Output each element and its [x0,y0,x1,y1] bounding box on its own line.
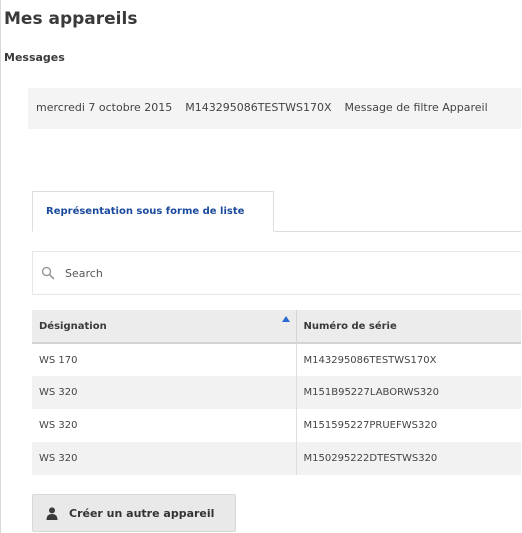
cell-serial: M150295222DTESTWS320 [296,442,521,475]
message-date: mercredi 7 octobre 2015 [36,101,173,114]
message-text-row: mercredi 7 octobre 2015 M143295086TESTWS1… [36,101,501,114]
cell-serial: M151B95227LABORWS320 [296,376,521,409]
cell-serial: M151595227PRUEFWS320 [303,420,438,431]
column-header-designation-label: Désignation [39,320,107,332]
user-icon [46,507,58,520]
devices-page: Mes appareils Messages mercredi 7 octobr… [0,0,521,533]
cell-designation: WS 170 [32,343,297,376]
table-header-row: Désignation Numéro de série [32,310,521,344]
cell-designation: WS 320 [32,376,297,409]
tab-list-view[interactable]: Représentation sous forme de liste [32,191,274,232]
sort-up-icon [281,316,290,322]
table-row[interactable]: WS 170 M143295086TESTWS170X [32,343,521,376]
table-row[interactable]: WS 320 M151B95227LABORWS320 [32,376,521,409]
column-header-serial-label: Numéro de série [303,320,397,332]
column-header-designation[interactable]: Désignation [32,310,297,344]
cell-designation: WS 320 [32,409,297,442]
search-box[interactable] [32,251,521,295]
search-icon [41,266,55,280]
search-input[interactable] [65,262,505,284]
table-row[interactable]: WS 320 M150295222DTESTWS320 [32,442,521,475]
cell-designation: WS 320 [32,442,297,475]
message-item[interactable]: mercredi 7 octobre 2015 M143295086TESTWS1… [28,88,521,129]
create-device-button[interactable]: Créer un autre appareil [32,494,236,532]
column-header-serial[interactable]: Numéro de série [296,310,521,344]
page-title: Mes appareils [4,9,138,29]
table-row[interactable]: WS 320 M151595227PRUEFWS320 [32,409,521,442]
devices-table: Désignation Numéro de série WS 170 M1432… [32,310,521,475]
message-serial: M143295086TESTWS170X [185,101,332,114]
cell-serial: M143295086TESTWS170X [303,354,437,366]
tab-list-view-label: Représentation sous forme de liste [46,206,245,217]
message-text: Message de filtre Appareil [344,101,488,114]
create-device-button-label: Créer un autre appareil [69,507,215,520]
messages-section-title: Messages [4,51,65,64]
